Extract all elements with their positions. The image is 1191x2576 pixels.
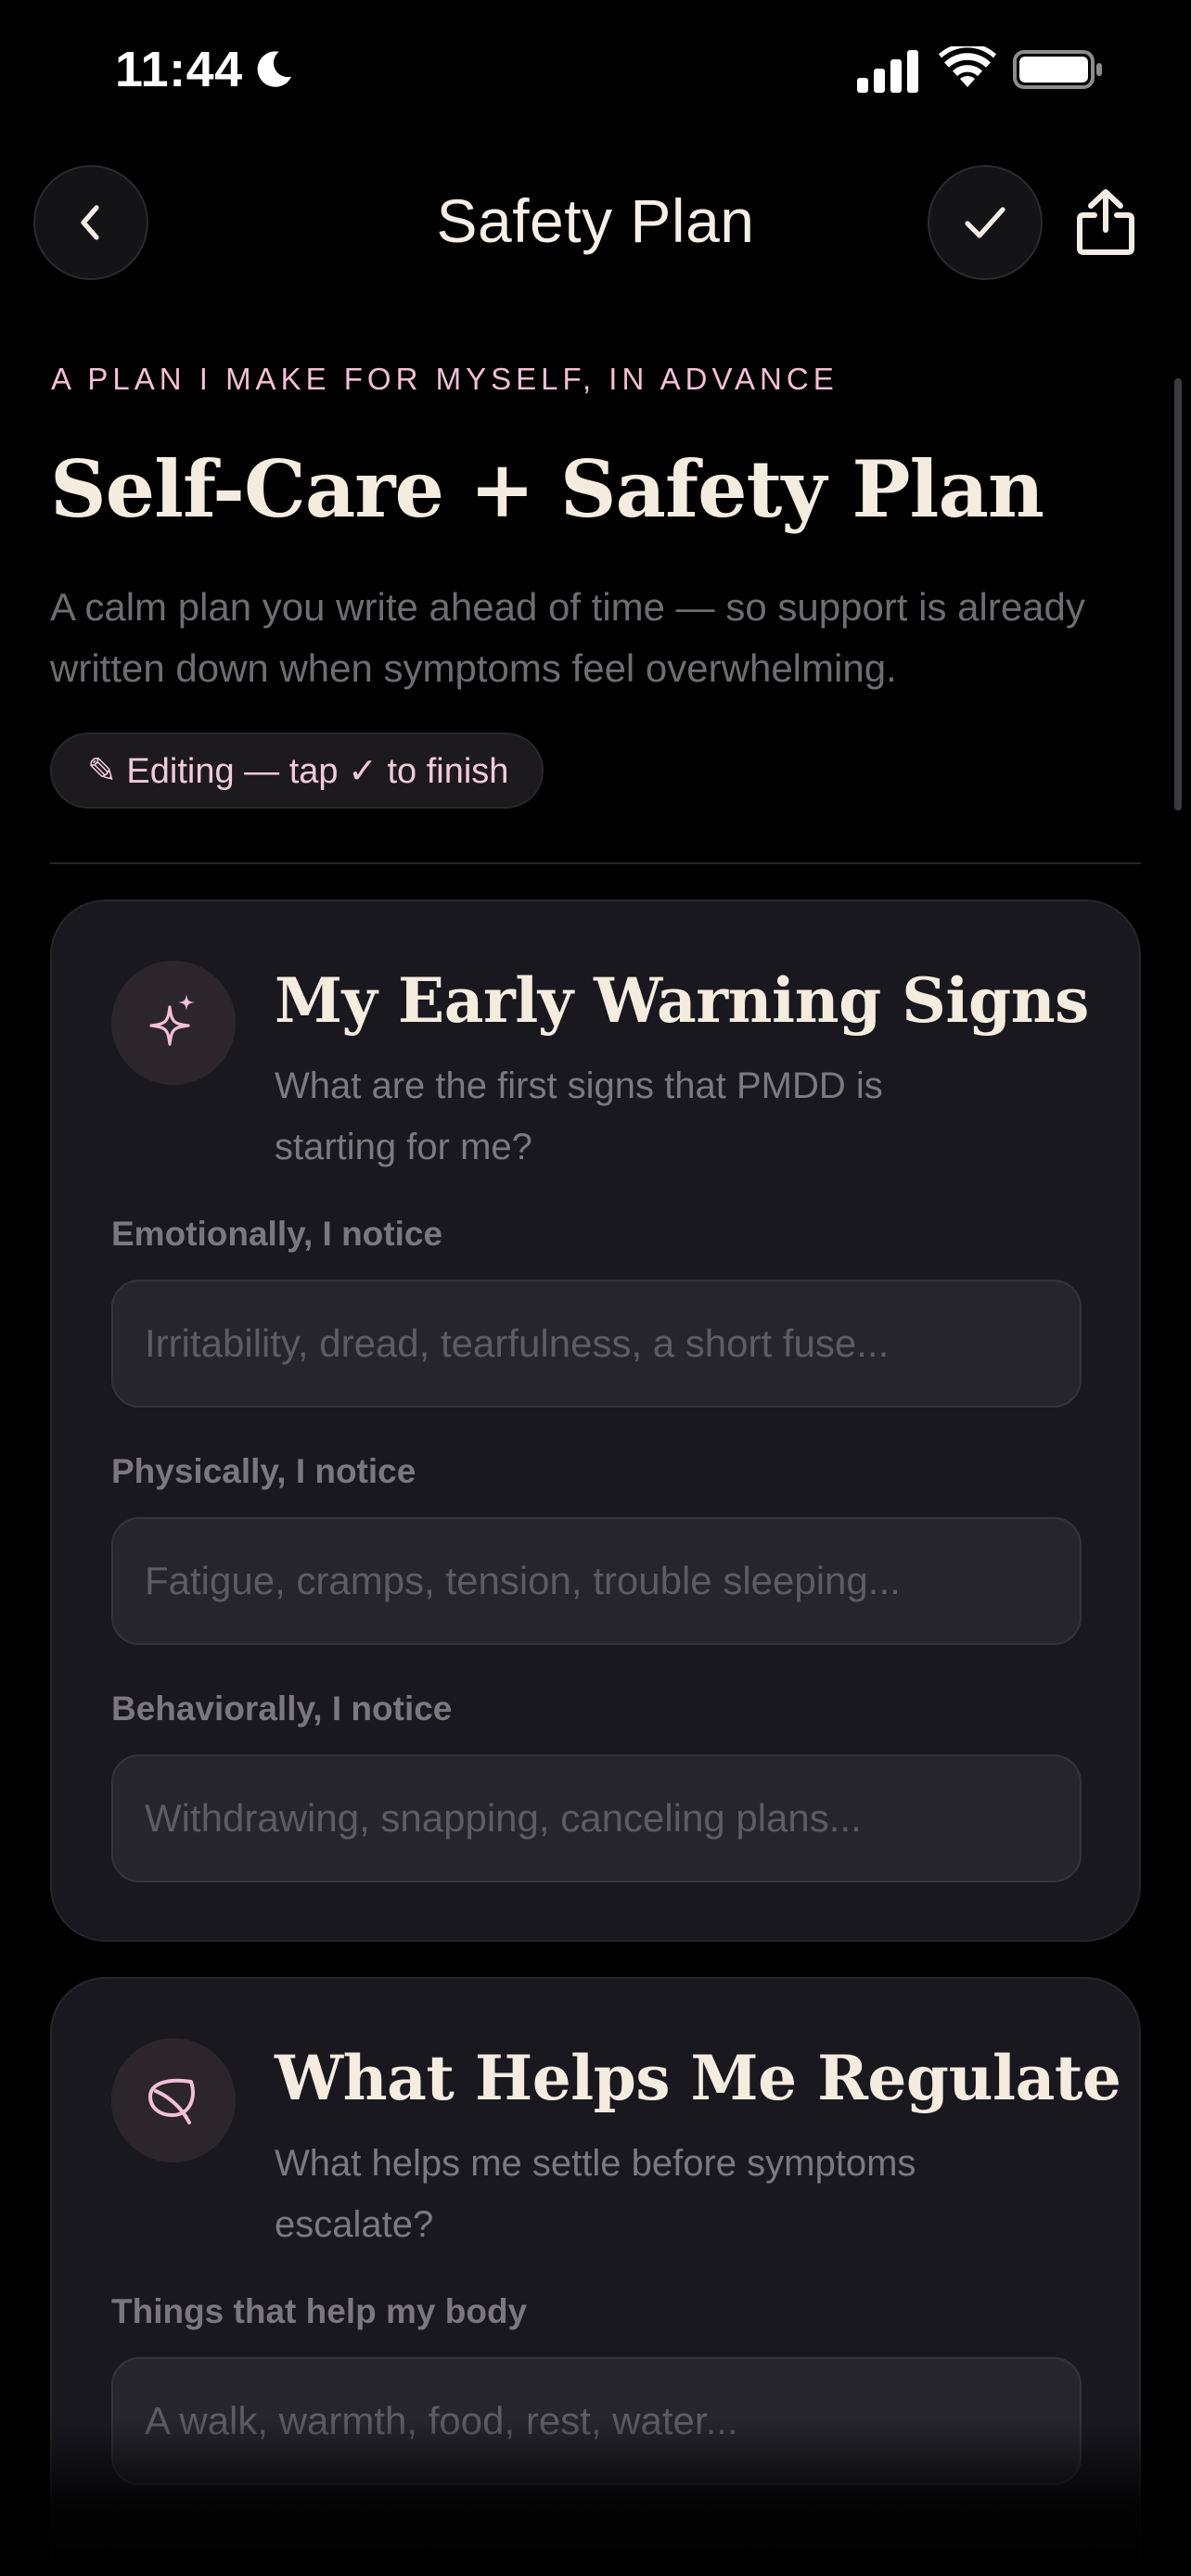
field-label-body: Things that help my body [111, 2292, 528, 2330]
section-subtitle: What helps me settle before symptoms esc… [275, 2143, 916, 2245]
status-time: 11:44 [115, 42, 243, 97]
nav-title: Safety Plan [436, 186, 755, 255]
leaf-icon [111, 2038, 236, 2162]
done-button[interactable] [928, 165, 1043, 280]
bottom-fade [0, 2420, 1191, 2576]
eyebrow-label: A PLAN I MAKE FOR MYSELF, IN ADVANCE [51, 362, 839, 396]
intro-text: A calm plan you write ahead of time — so… [50, 585, 1085, 690]
divider [50, 862, 1141, 864]
signal-icon [857, 50, 918, 93]
sparkle-icon [111, 961, 236, 1085]
field-label-emotional: Emotionally, I notice [111, 1215, 443, 1253]
chevron-left-icon [81, 205, 99, 240]
page-title: Self-Care + Safety Plan [50, 443, 1044, 535]
section-title: My Early Warning Signs [275, 964, 1089, 1037]
physical-signs-input[interactable]: Fatigue, cramps, tension, trouble sleepi… [111, 1517, 1082, 1645]
section-card-early-warning-signs: My Early Warning Signs What are the firs… [50, 899, 1141, 1942]
emotional-signs-input[interactable]: Irritability, dread, tearfulness, a shor… [111, 1280, 1082, 1408]
field-label-physical: Physically, I notice [111, 1452, 416, 1490]
scroll-indicator[interactable] [1174, 378, 1182, 810]
moon-icon [257, 51, 292, 87]
back-button[interactable] [33, 165, 148, 280]
section-subtitle: What are the first signs that PMDD is st… [275, 1065, 883, 1167]
behavioral-signs-input[interactable]: Withdrawing, snapping, canceling plans..… [111, 1754, 1082, 1882]
wifi-icon [939, 46, 996, 87]
checkmark-icon [965, 207, 1005, 238]
editing-status-badge: ✎ Editing — tap ✓ to finish [50, 733, 544, 809]
share-icon[interactable] [1074, 189, 1137, 256]
section-title: What Helps Me Regulate [275, 2042, 1121, 2114]
battery-icon [1013, 50, 1102, 89]
status-bar: 11:44 [0, 0, 1191, 139]
field-label-behavioral: Behaviorally, I notice [111, 1690, 453, 1728]
